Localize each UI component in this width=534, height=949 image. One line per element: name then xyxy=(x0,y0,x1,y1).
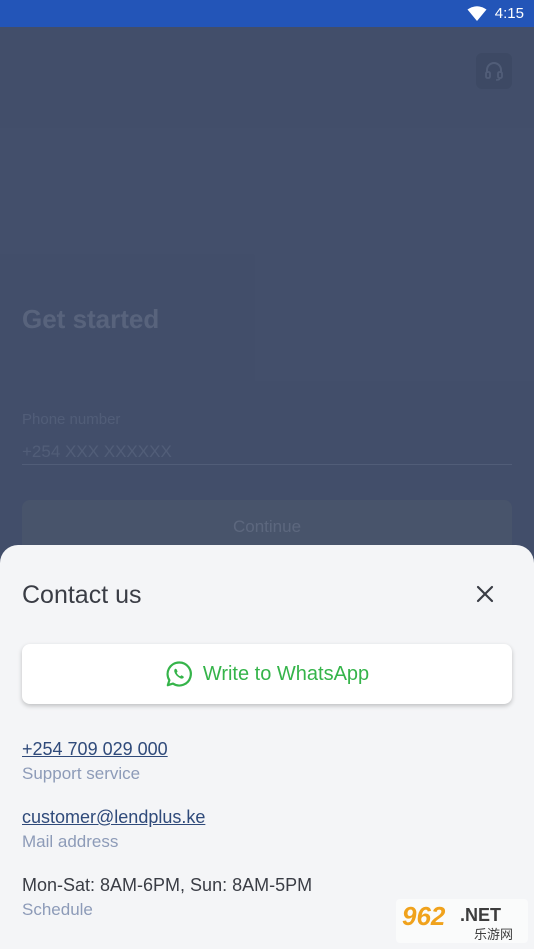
contact-sheet: Contact us Write to WhatsApp +254 709 02… xyxy=(0,545,534,949)
whatsapp-label: Write to WhatsApp xyxy=(202,662,370,685)
schedule-value: Mon-Sat: 8AM-6PM, Sun: 8AM-5PM xyxy=(22,875,313,895)
status-icons: 4:15 xyxy=(467,0,524,27)
sheet-title: Contact us xyxy=(22,581,142,609)
svg-text:962: 962 xyxy=(402,901,446,931)
close-button[interactable] xyxy=(472,581,498,607)
whatsapp-icon xyxy=(166,661,192,687)
support-phone-label: Support service xyxy=(22,764,141,783)
support-phone-link[interactable]: +254 709 029 000 xyxy=(22,739,168,760)
email-link[interactable]: customer@lendplus.ke xyxy=(22,807,205,828)
email-label: Mail address xyxy=(22,832,119,851)
watermark-logo: 962 .NET 乐游网 xyxy=(396,899,528,943)
wifi-icon xyxy=(467,5,487,21)
svg-text:乐游网: 乐游网 xyxy=(474,928,513,943)
status-time: 4:15 xyxy=(494,5,524,22)
close-icon xyxy=(476,585,494,603)
status-bar: 4:15 xyxy=(0,0,534,27)
svg-text:.NET: .NET xyxy=(460,905,501,925)
whatsapp-button[interactable]: Write to WhatsApp xyxy=(22,644,512,704)
schedule-label: Schedule xyxy=(22,900,93,919)
